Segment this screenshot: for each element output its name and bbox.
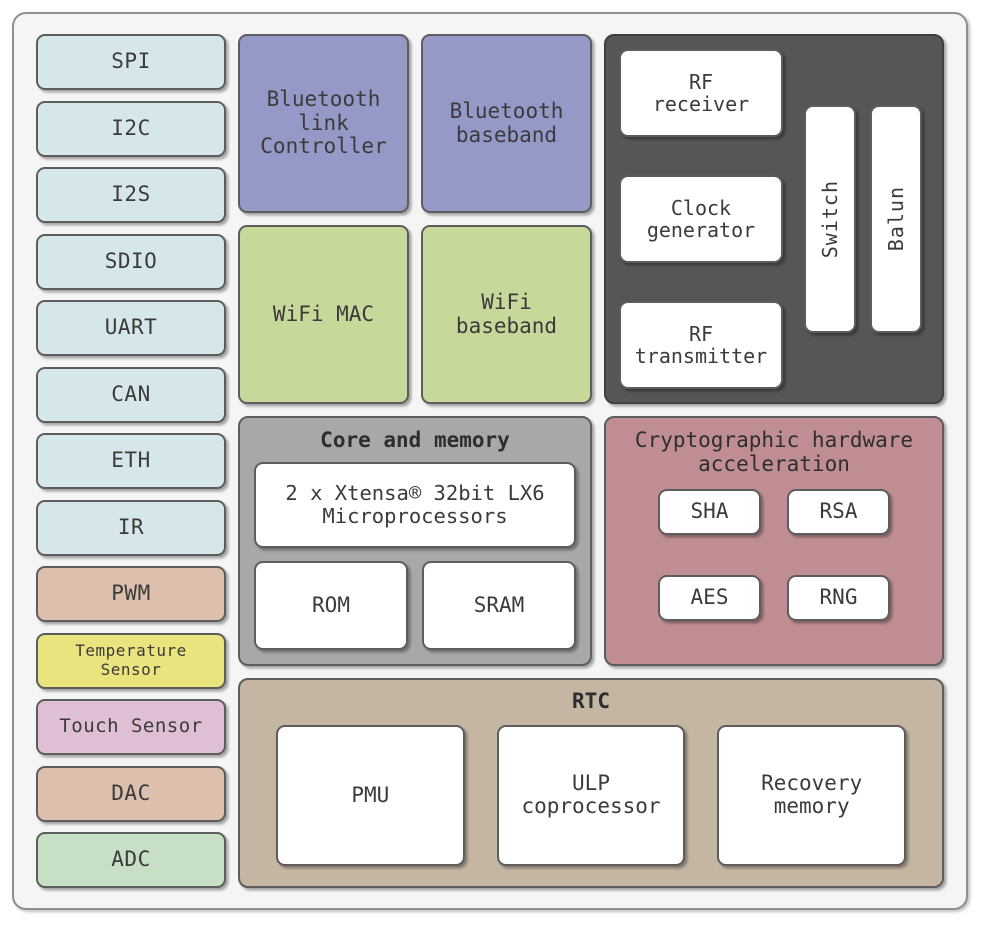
rng-block[interactable]: RNG <box>787 574 890 621</box>
sha-block[interactable]: SHA <box>658 489 761 536</box>
radio-row: Bluetooth link Controller Bluetooth base… <box>238 34 944 404</box>
peripheral-column: SPI I2C I2S SDIO UART CAN ETH IR PWM Tem… <box>36 34 226 888</box>
peripheral-block-spi[interactable]: SPI <box>36 34 226 90</box>
peripheral-block-adc[interactable]: ADC <box>36 832 226 888</box>
peripheral-block-can[interactable]: CAN <box>36 366 226 423</box>
radio-stack: Bluetooth link Controller Bluetooth base… <box>238 34 592 404</box>
rom-block[interactable]: ROM <box>254 560 408 650</box>
ulp-coprocessor-block[interactable]: ULP coprocessor <box>496 724 686 866</box>
wifi-baseband-block[interactable]: WiFi baseband <box>421 225 592 404</box>
chip-right-area: Bluetooth link Controller Bluetooth base… <box>238 34 944 888</box>
rf-frontend-stack: Switch Balun <box>797 49 929 389</box>
switch-block[interactable]: Switch <box>804 105 856 333</box>
peripheral-block-i2c[interactable]: I2C <box>36 100 226 157</box>
bluetooth-link-controller-block[interactable]: Bluetooth link Controller <box>238 34 409 213</box>
xtensa-microprocessors-block[interactable]: 2 x Xtensa® 32bit LX6 Microprocessors <box>254 461 576 548</box>
rf-transmitter-block[interactable]: RF transmitter <box>619 301 783 389</box>
switch-label: Switch <box>817 179 842 259</box>
rf-section: RF receiver Clock generator RF transmitt… <box>604 34 944 404</box>
peripheral-block-pwm[interactable]: PWM <box>36 566 226 622</box>
wifi-mac-block[interactable]: WiFi MAC <box>238 225 409 404</box>
chip-inner-layout: SPI I2C I2S SDIO UART CAN ETH IR PWM Tem… <box>36 34 944 888</box>
esp32-chip-frame: SPI I2C I2S SDIO UART CAN ETH IR PWM Tem… <box>12 12 968 910</box>
core-and-memory-title: Core and memory <box>320 428 510 452</box>
rf-receiver-block[interactable]: RF receiver <box>619 49 783 137</box>
aes-block[interactable]: AES <box>658 574 761 621</box>
rtc-title: RTC <box>572 689 610 713</box>
rsa-block[interactable]: RSA <box>787 489 890 536</box>
memory-row: ROM SRAM <box>254 560 576 650</box>
core-crypto-row: Core and memory 2 x Xtensa® 32bit LX6 Mi… <box>238 416 944 666</box>
cryptographic-hardware-acceleration-section: Cryptographic hardware acceleration SHA … <box>604 416 944 666</box>
peripheral-block-i2s[interactable]: I2S <box>36 167 226 223</box>
sram-block[interactable]: SRAM <box>422 560 576 650</box>
peripheral-block-ir[interactable]: IR <box>36 499 226 556</box>
peripheral-block-temperature-sensor[interactable]: Temperature Sensor <box>36 632 226 689</box>
peripheral-block-dac[interactable]: DAC <box>36 765 226 822</box>
clock-generator-block[interactable]: Clock generator <box>619 175 783 263</box>
balun-block[interactable]: Balun <box>870 105 922 333</box>
wifi-row: WiFi MAC WiFi baseband <box>238 225 592 404</box>
crypto-section-title: Cryptographic hardware acceleration <box>634 428 914 476</box>
peripheral-block-sdio[interactable]: SDIO <box>36 233 226 290</box>
bluetooth-baseband-block[interactable]: Bluetooth baseband <box>421 34 592 213</box>
peripheral-block-eth[interactable]: ETH <box>36 433 226 489</box>
peripheral-block-touch-sensor[interactable]: Touch Sensor <box>36 699 226 755</box>
pmu-block[interactable]: PMU <box>276 724 465 866</box>
rtc-section: RTC PMU ULP coprocessor Recovery memory <box>238 678 944 888</box>
rf-block-stack: RF receiver Clock generator RF transmitt… <box>619 49 783 389</box>
core-and-memory-section: Core and memory 2 x Xtensa® 32bit LX6 Mi… <box>238 416 592 666</box>
balun-label: Balun <box>883 186 908 252</box>
crypto-block-grid: SHA RSA AES RNG <box>624 485 924 648</box>
peripheral-block-uart[interactable]: UART <box>36 300 226 356</box>
rtc-block-row: PMU ULP coprocessor Recovery memory <box>262 723 920 866</box>
recovery-memory-block[interactable]: Recovery memory <box>717 724 907 866</box>
bluetooth-row: Bluetooth link Controller Bluetooth base… <box>238 34 592 213</box>
